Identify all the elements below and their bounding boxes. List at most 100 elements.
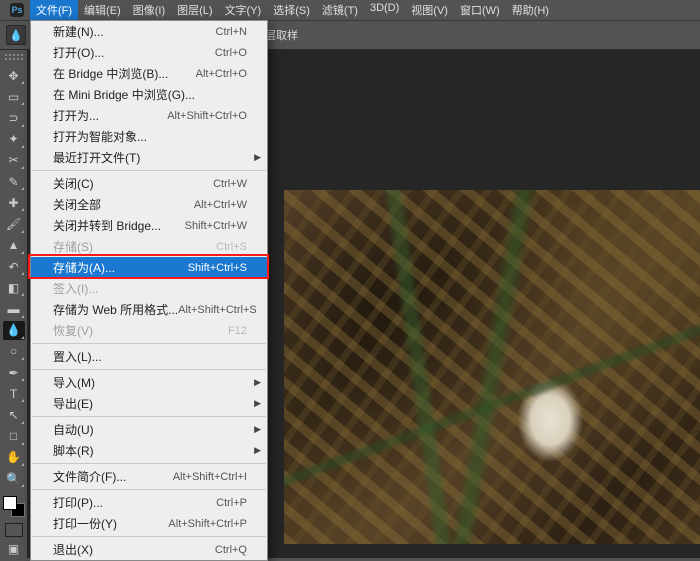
menu-item-label: 在 Bridge 中浏览(B)...	[53, 65, 196, 82]
menu-item-label: 自动(U)	[53, 421, 247, 438]
menu-item-label: 置入(L)...	[53, 348, 247, 365]
menu-item-存储S: 存储(S)Ctrl+S	[31, 236, 267, 257]
menu-图像[interactable]: 图像(I)	[127, 0, 171, 20]
menu-item-打印P[interactable]: 打印(P)...Ctrl+P	[31, 492, 267, 513]
menu-图层[interactable]: 图层(L)	[171, 0, 218, 20]
menu-item-shortcut: Ctrl+O	[215, 47, 247, 59]
healing-brush-tool[interactable]: ✚	[3, 193, 25, 212]
menu-item-打印一份Y[interactable]: 打印一份(Y)Alt+Shift+Ctrl+P	[31, 513, 267, 534]
menu-item-label: 打开为...	[53, 107, 167, 124]
menu-item-shortcut: Ctrl+Q	[215, 544, 247, 556]
eraser-tool[interactable]: ◧	[3, 278, 25, 297]
move-tool[interactable]: ✥	[3, 66, 25, 85]
dodge-tool[interactable]: ○	[3, 342, 25, 361]
menu-item-最近打开文件T[interactable]: 最近打开文件(T) ▶	[31, 147, 267, 168]
menu-item-自动U[interactable]: 自动(U) ▶	[31, 419, 267, 440]
menu-视图[interactable]: 视图(V)	[405, 0, 454, 20]
menu-窗口[interactable]: 窗口(W)	[454, 0, 506, 20]
lasso-tool[interactable]: ⊃	[3, 108, 25, 127]
menu-item-label: 签入(I)...	[53, 280, 247, 297]
menu-item-新建N[interactable]: 新建(N)...Ctrl+N	[31, 21, 267, 42]
pen-tool[interactable]: ✒	[3, 363, 25, 382]
menu-编辑[interactable]: 编辑(E)	[78, 0, 127, 20]
menu-item-打开为[interactable]: 打开为...Alt+Shift+Ctrl+O	[31, 105, 267, 126]
submenu-arrow-icon: ▶	[254, 424, 261, 435]
menu-item-label: 最近打开文件(T)	[53, 149, 247, 166]
blur-tool[interactable]: 💧	[3, 321, 25, 340]
rectangle-tool[interactable]: □	[3, 427, 25, 446]
app-logo: Ps	[10, 3, 24, 17]
menu-item-shortcut: Alt+Shift+Ctrl+P	[168, 518, 247, 530]
menu-帮助[interactable]: 帮助(H)	[506, 0, 555, 20]
menu-item-label: 导入(M)	[53, 374, 247, 391]
submenu-arrow-icon: ▶	[254, 398, 261, 409]
menu-item-shortcut: Alt+Ctrl+W	[194, 199, 247, 211]
menu-item-label: 存储为(A)...	[53, 259, 188, 276]
file-menu-dropdown: 新建(N)...Ctrl+N打开(O)...Ctrl+O在 Bridge 中浏览…	[30, 20, 268, 561]
menu-item-关闭全部[interactable]: 关闭全部Alt+Ctrl+W	[31, 194, 267, 215]
menu-item-label: 打印一份(Y)	[53, 515, 168, 532]
menu-item-shortcut: Alt+Shift+Ctrl+I	[173, 471, 247, 483]
menu-item-存储为A[interactable]: 存储为(A)...Shift+Ctrl+S	[31, 257, 267, 278]
menu-文件[interactable]: 文件(F)	[30, 0, 78, 20]
brush-tool[interactable]: 🖌	[3, 214, 25, 233]
zoom-tool[interactable]: 🔍	[3, 469, 25, 488]
menu-选择[interactable]: 选择(S)	[267, 0, 316, 20]
menu-item-label: 新建(N)...	[53, 23, 216, 40]
menu-item-label: 打开(O)...	[53, 44, 215, 61]
menu-item-关闭C[interactable]: 关闭(C)Ctrl+W	[31, 173, 267, 194]
magic-wand-tool[interactable]: ✦	[3, 130, 25, 149]
menu-item-恢复V: 恢复(V)F12	[31, 320, 267, 341]
menu-item-shortcut: F12	[228, 325, 247, 337]
submenu-arrow-icon: ▶	[254, 377, 261, 388]
menu-item-在-Mini-Bridge-中浏览G[interactable]: 在 Mini Bridge 中浏览(G)...	[31, 84, 267, 105]
menu-item-导入M[interactable]: 导入(M) ▶	[31, 372, 267, 393]
menu-3d[interactable]: 3D(D)	[364, 0, 405, 20]
menu-item-打开O[interactable]: 打开(O)...Ctrl+O	[31, 42, 267, 63]
menu-item-存储为-Web-所用格式[interactable]: 存储为 Web 所用格式...Alt+Shift+Ctrl+S	[31, 299, 267, 320]
menu-item-shortcut: Alt+Ctrl+O	[196, 68, 247, 80]
menu-item-label: 在 Mini Bridge 中浏览(G)...	[53, 86, 247, 103]
menu-item-label: 关闭并转到 Bridge...	[53, 217, 185, 234]
color-swatches[interactable]	[3, 496, 25, 517]
menu-item-文件简介F[interactable]: 文件简介(F)...Alt+Shift+Ctrl+I	[31, 466, 267, 487]
clone-stamp-tool[interactable]: ▲	[3, 236, 25, 255]
menu-item-签入I: 签入(I)...	[31, 278, 267, 299]
menu-滤镜[interactable]: 滤镜(T)	[316, 0, 364, 20]
marquee-tool[interactable]: ▭	[3, 87, 25, 106]
menu-item-shortcut: Shift+Ctrl+W	[185, 220, 247, 232]
menu-item-退出X[interactable]: 退出(X)Ctrl+Q	[31, 539, 267, 560]
quick-mask-toggle[interactable]	[5, 523, 23, 536]
current-tool-icon[interactable]: 💧	[6, 25, 26, 45]
menu-item-置入L[interactable]: 置入(L)...	[31, 346, 267, 367]
menu-item-shortcut: Ctrl+W	[213, 178, 247, 190]
canvas-image[interactable]	[284, 190, 700, 544]
menu-item-label: 恢复(V)	[53, 322, 228, 339]
crop-tool[interactable]: ✂	[3, 151, 25, 170]
menu-item-shortcut: Ctrl+N	[216, 26, 247, 38]
gradient-tool[interactable]: ▬	[3, 299, 25, 318]
type-tool[interactable]: T	[3, 384, 25, 403]
screen-mode-button[interactable]: ▣	[3, 539, 25, 558]
path-selection-tool[interactable]: ↖	[3, 405, 25, 424]
submenu-arrow-icon: ▶	[254, 152, 261, 163]
history-brush-tool[interactable]: ↶	[3, 257, 25, 276]
menu-item-label: 脚本(R)	[53, 442, 247, 459]
toolbox: ✥ ▭ ⊃ ✦ ✂ ✎ ✚ 🖌 ▲ ↶ ◧ ▬ 💧 ○ ✒ T ↖ □ ✋ 🔍 ▣	[0, 50, 28, 558]
menu-item-在-Bridge-中浏览B[interactable]: 在 Bridge 中浏览(B)...Alt+Ctrl+O	[31, 63, 267, 84]
menu-item-shortcut: Alt+Shift+Ctrl+S	[178, 304, 257, 316]
menu-item-脚本R[interactable]: 脚本(R) ▶	[31, 440, 267, 461]
menu-文字[interactable]: 文字(Y)	[219, 0, 268, 20]
toolbox-grip[interactable]	[5, 54, 23, 60]
menu-item-label: 存储为 Web 所用格式...	[53, 301, 178, 318]
eyedropper-tool[interactable]: ✎	[3, 172, 25, 191]
hand-tool[interactable]: ✋	[3, 448, 25, 467]
menu-item-shortcut: Ctrl+P	[216, 497, 247, 509]
menu-item-label: 打印(P)...	[53, 494, 216, 511]
menu-item-打开为智能对象[interactable]: 打开为智能对象...	[31, 126, 267, 147]
menu-item-label: 存储(S)	[53, 238, 216, 255]
menu-item-关闭并转到-Bridge[interactable]: 关闭并转到 Bridge...Shift+Ctrl+W	[31, 215, 267, 236]
menu-item-导出E[interactable]: 导出(E)▶	[31, 393, 267, 414]
menu-item-label: 打开为智能对象...	[53, 128, 247, 145]
submenu-arrow-icon: ▶	[254, 445, 261, 456]
